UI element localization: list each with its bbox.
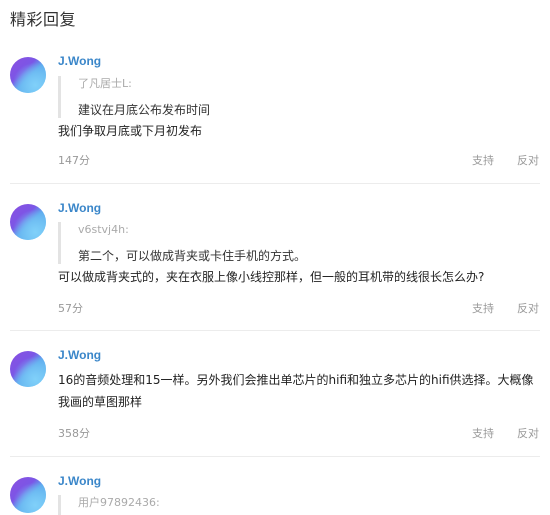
support-button[interactable]: 支持 — [472, 152, 494, 168]
oppose-button[interactable]: 反对 — [517, 152, 539, 168]
reply-text: 可以做成背夹式的，夹在衣服上像小线控那样，但一般的耳机带的线很长怎么办? — [58, 270, 485, 284]
avatar[interactable] — [10, 351, 46, 387]
score: 57分 — [58, 302, 83, 315]
divider — [10, 183, 540, 184]
quote-text: 第二个，可以做成背夹或卡住手机的方式。 — [78, 249, 307, 263]
quote-username: 了凡居士L: — [78, 77, 132, 90]
quoted-reply: v6stvj4h: 第二个，可以做成背夹或卡住手机的方式。 — [58, 222, 528, 264]
avatar[interactable] — [10, 57, 46, 93]
username[interactable]: J.Wong — [58, 54, 101, 68]
username[interactable]: J.Wong — [58, 474, 101, 488]
page-title: 精彩回复 — [10, 10, 77, 29]
oppose-button[interactable]: 反对 — [517, 425, 539, 441]
support-button[interactable]: 支持 — [472, 300, 494, 316]
score: 358分 — [58, 427, 90, 440]
reply-text: 我们争取月底或下月初发布 — [58, 124, 203, 138]
username[interactable]: J.Wong — [58, 201, 101, 215]
quote-username: 用户97892436: — [78, 496, 160, 509]
quoted-reply: 用户97892436: — [58, 495, 528, 515]
quoted-reply: 了凡居士L: 建议在月底公布发布时间 — [58, 76, 528, 118]
score: 147分 — [58, 154, 90, 167]
avatar[interactable] — [10, 477, 46, 513]
avatar[interactable] — [10, 204, 46, 240]
support-button[interactable]: 支持 — [472, 425, 494, 441]
quote-text: 建议在月底公布发布时间 — [78, 103, 211, 117]
reply-text: 16的音频处理和15一样。另外我们会推出单芯片的hifi和独立多芯片的hifi供… — [58, 373, 534, 409]
divider — [10, 456, 540, 457]
quote-username: v6stvj4h: — [78, 223, 129, 236]
oppose-button[interactable]: 反对 — [517, 300, 539, 316]
divider — [10, 330, 540, 331]
username[interactable]: J.Wong — [58, 348, 101, 362]
